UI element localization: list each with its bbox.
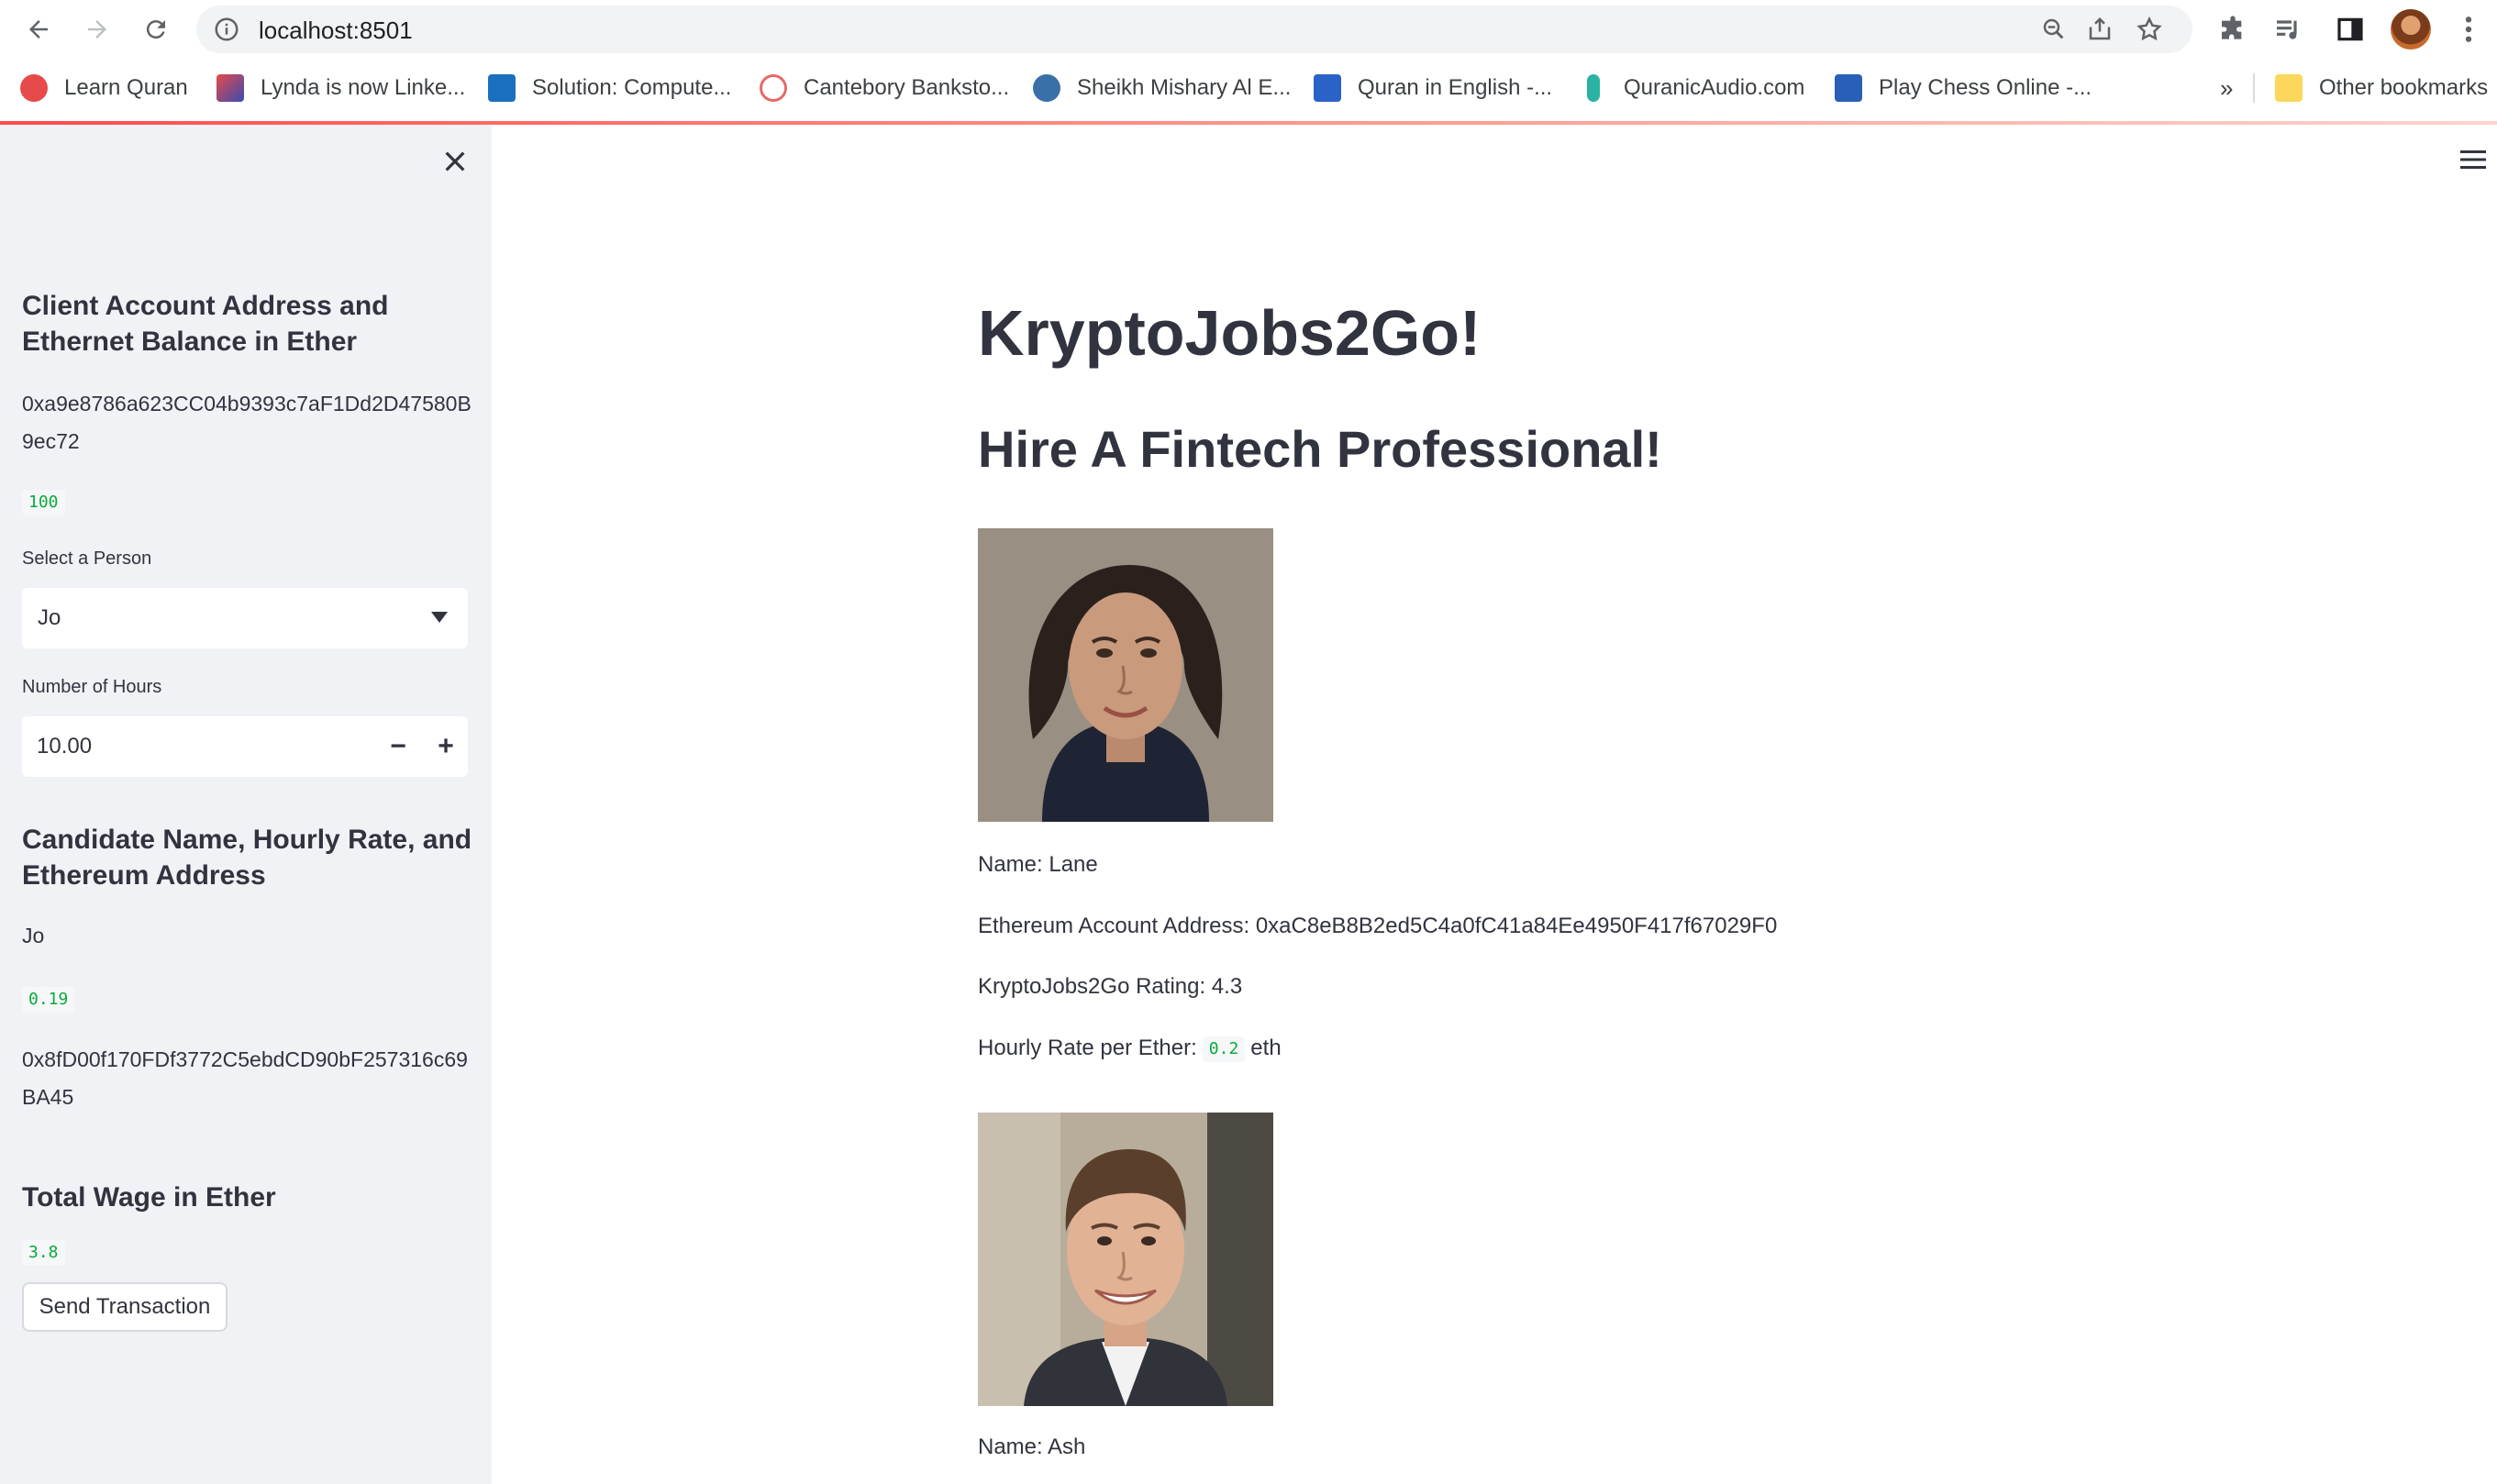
bookmark-sheikh-mishary[interactable]: Sheikh Mishary Al E... [1033, 70, 1291, 106]
other-bookmarks-folder[interactable]: Other bookmarks [2275, 70, 2488, 106]
bookmark-lynda[interactable]: Lynda is now Linke... [216, 70, 465, 106]
bookmark-quran-english[interactable]: Quran in English -... [1314, 70, 1552, 106]
bookmark-label: Sheikh Mishary Al E... [1077, 75, 1292, 100]
candidate-address: 0x8fD00f170FDf3772C5ebdCD90bF257316c69BA… [22, 1047, 468, 1109]
hours-label: Number of Hours [22, 677, 162, 697]
bookmark-quranic-audio[interactable]: QuranicAudio.com [1580, 70, 1804, 106]
chrome-menu-icon[interactable] [2464, 15, 2473, 44]
send-transaction-button[interactable]: Send Transaction [22, 1282, 228, 1332]
candidate-name-lane: Name: Lane [978, 852, 1098, 877]
bookmarks-overflow-button[interactable]: » [2220, 70, 2233, 106]
woman-portrait-image [978, 528, 1273, 822]
candidate-rating-lane: KryptoJobs2Go Rating: 4.3 [978, 974, 1243, 999]
total-wage-value: 3.8 [22, 1240, 65, 1266]
bookmark-label: Cantebory Banksto... [804, 75, 1010, 100]
profile-avatar[interactable] [2391, 9, 2431, 50]
other-bookmarks-label: Other bookmarks [2319, 75, 2489, 100]
browser-toolbar: localhost:8501 [0, 0, 2497, 59]
hours-value[interactable]: 10.00 [37, 734, 92, 759]
bookmark-label: Learn Quran [64, 75, 188, 100]
page-title: KryptoJobs2Go! [978, 297, 1482, 369]
rate-label: Hourly Rate per Ether: [978, 1035, 1197, 1060]
bookmarks-bar: Learn Quran Lynda is now Linke... Soluti… [0, 59, 2497, 117]
candidate-name-ash: Name: Ash [978, 1434, 1086, 1459]
hours-number-input[interactable]: 10.00 − + [22, 716, 468, 777]
lynda-favicon-icon [216, 74, 244, 102]
zoom-icon[interactable] [2040, 16, 2068, 43]
caret-down-icon [431, 612, 448, 623]
bookmark-learn-quran[interactable]: Learn Quran [20, 70, 188, 106]
reload-icon [146, 20, 165, 39]
hamburger-menu-icon[interactable] [2460, 150, 2486, 170]
video-favicon-icon [488, 74, 516, 102]
forward-button[interactable] [75, 7, 119, 51]
folder-icon [2275, 74, 2303, 102]
overflow-chevron-icon: » [2220, 73, 2234, 102]
bookmark-label: Quran in English -... [1358, 75, 1553, 100]
candidate-photo-lane [978, 528, 1273, 822]
page-subtitle: Hire A Fintech Professional! [978, 420, 1662, 478]
bookmark-cantebory[interactable]: Cantebory Banksto... [760, 70, 1009, 106]
side-panel-icon[interactable] [2336, 15, 2365, 44]
bookmarks-divider [2253, 73, 2255, 103]
quran-favicon-icon [20, 74, 48, 102]
sidebar: Client Account Address and Ethernet Bala… [0, 125, 492, 1484]
select-person-label: Select a Person [22, 548, 152, 569]
info-icon[interactable] [213, 16, 240, 43]
bookmark-label: Play Chess Online -... [1879, 75, 2092, 100]
total-wage-heading: Total Wage in Ether [22, 1182, 276, 1213]
select-person-value: Jo [38, 605, 61, 630]
rate-unit: eth [1250, 1035, 1282, 1060]
q-favicon-icon [1314, 74, 1341, 102]
man-portrait-image [978, 1113, 1273, 1406]
bookmark-label: QuranicAudio.com [1624, 75, 1805, 100]
client-heading: Client Account Address and Ethernet Bala… [22, 291, 389, 357]
bookmark-label: Solution: Compute... [532, 75, 732, 100]
star-icon[interactable] [2136, 16, 2163, 43]
bank-favicon-icon [760, 74, 787, 102]
close-sidebar-icon[interactable] [440, 147, 470, 176]
share-icon[interactable] [2086, 16, 2114, 43]
candidate-photo-ash [978, 1113, 1273, 1406]
candidate-name: Jo [22, 924, 45, 947]
wordpress-favicon-icon [1033, 74, 1060, 102]
forward-arrow-icon [88, 20, 106, 39]
client-balance: 100 [22, 490, 65, 515]
rate-value: 0.2 [1202, 1035, 1246, 1062]
extensions-puzzle-icon[interactable] [2218, 15, 2247, 44]
chess-favicon-icon [1835, 74, 1862, 102]
candidate-rate-lane: Hourly Rate per Ether: 0.2 eth [978, 1032, 1282, 1065]
media-queue-icon[interactable] [2273, 15, 2303, 44]
candidate-rate: 0.19 [22, 987, 75, 1013]
decrement-button[interactable]: − [378, 727, 418, 766]
back-arrow-icon [29, 20, 48, 39]
candidate-address-lane: Ethereum Account Address: 0xaC8eB8B2ed5C… [978, 914, 1778, 938]
bookmark-solution[interactable]: Solution: Compute... [488, 70, 731, 106]
bookmark-label: Lynda is now Linke... [261, 75, 466, 100]
client-address: 0xa9e8786a623CC04b9393c7aF1Dd2D47580B9ec… [22, 392, 472, 453]
bookmark-play-chess[interactable]: Play Chess Online -... [1835, 70, 2092, 106]
candidate-heading: Candidate Name, Hourly Rate, and Ethereu… [22, 825, 472, 891]
url-text[interactable]: localhost:8501 [259, 17, 413, 45]
address-bar[interactable]: localhost:8501 [196, 6, 2192, 53]
increment-button[interactable]: + [426, 727, 466, 766]
reload-button[interactable] [134, 7, 178, 51]
select-person-dropdown[interactable]: Jo [22, 588, 468, 648]
microphone-favicon-icon [1587, 74, 1600, 102]
back-button[interactable] [17, 7, 61, 51]
